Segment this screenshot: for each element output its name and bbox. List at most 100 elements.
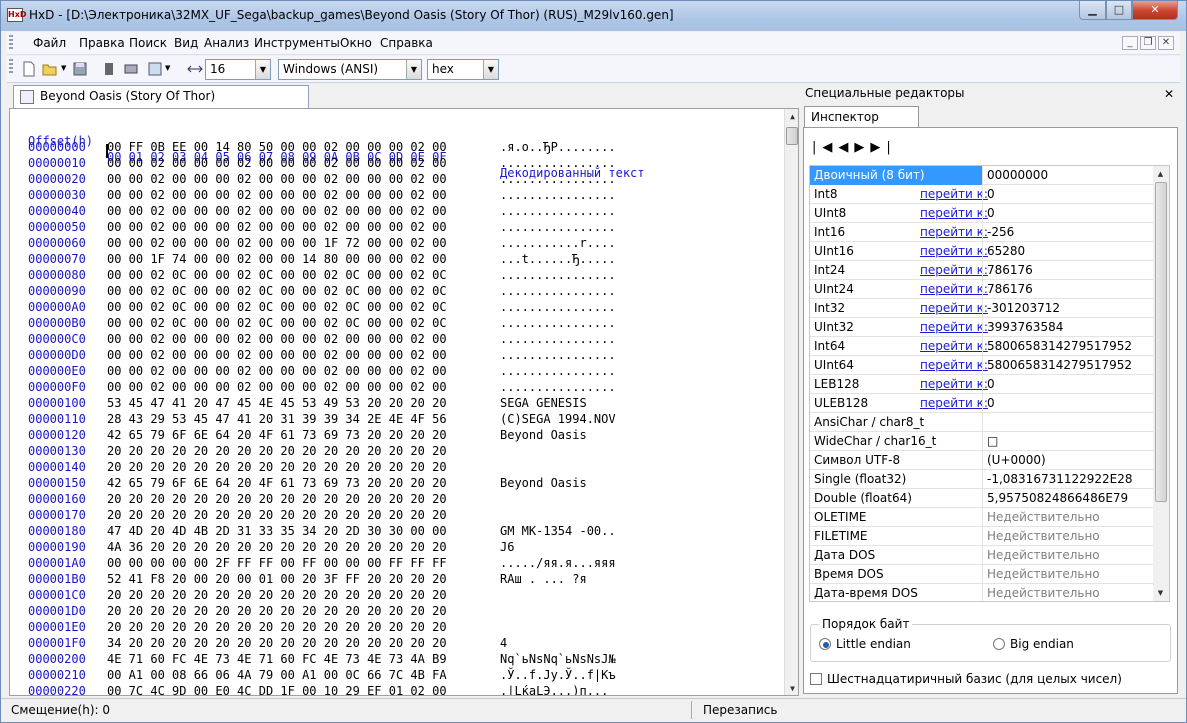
row-bytes[interactable]: 4A 36 20 20 20 20 20 20 20 20 20 20 20 2… [107, 539, 447, 555]
inspector-value[interactable]: Недействительно [982, 527, 1100, 546]
row-decoded[interactable]: ................ [500, 219, 616, 235]
row-bytes[interactable]: 00 FF 0B EE 00 14 80 50 00 00 02 00 00 0… [107, 139, 447, 155]
row-bytes[interactable]: 00 00 00 00 00 2F FF FF 00 FF 00 00 00 F… [107, 555, 447, 571]
inspector-value[interactable]: -301203712 [982, 299, 1060, 318]
row-decoded[interactable]: ................ [500, 331, 616, 347]
inspector-value[interactable]: 65280 [982, 242, 1025, 261]
row-decoded[interactable]: ................ [500, 363, 616, 379]
row-bytes[interactable]: 00 00 02 0C 00 00 02 0C 00 00 02 0C 00 0… [107, 299, 447, 315]
row-decoded[interactable]: SEGA GENESIS [500, 395, 587, 411]
inspector-value[interactable]: 0 [982, 204, 995, 223]
inspector-row[interactable]: Int64 перейти к: 5800658314279517952 [810, 337, 1153, 356]
scroll-thumb[interactable] [1155, 182, 1167, 502]
inspector-row[interactable]: Символ UTF-8 (U+0000) [810, 451, 1153, 470]
goto-link[interactable]: перейти к: [920, 261, 988, 280]
inspector-value[interactable] [982, 413, 987, 432]
chevron-down-icon[interactable]: ▼ [255, 60, 270, 79]
row-bytes[interactable]: 00 7C 4C 9D 00 E0 4C DD 1F 00 10 29 EF 0… [107, 683, 447, 695]
inspector-row[interactable]: Int16 перейти к: -256 [810, 223, 1153, 242]
row-bytes[interactable]: 00 00 1F 74 00 00 02 00 00 14 80 00 00 0… [107, 251, 447, 267]
row-bytes[interactable]: 00 00 02 00 00 00 02 00 00 00 02 00 00 0… [107, 203, 447, 219]
menu-edit[interactable]: Правка [79, 36, 125, 50]
row-bytes[interactable]: 20 20 20 20 20 20 20 20 20 20 20 20 20 2… [107, 443, 447, 459]
row-bytes[interactable]: 42 65 79 6F 6E 64 20 4F 61 73 69 73 20 2… [107, 427, 447, 443]
big-endian-radio[interactable]: Big endian [993, 637, 1074, 651]
inspector-value[interactable]: Недействительно [982, 546, 1100, 565]
row-decoded[interactable]: ................ [500, 171, 616, 187]
inspector-value[interactable]: 3993763584 [982, 318, 1063, 337]
inspector-row[interactable]: UInt32 перейти к: 3993763584 [810, 318, 1153, 337]
menu-tools[interactable]: Инструменты [254, 36, 340, 50]
title-bar[interactable]: HxD HxD - [D:\Электроника\32MX_UF_Sega\b… [1, 1, 1186, 31]
goto-link[interactable]: перейти к: [920, 299, 988, 318]
goto-link[interactable]: перейти к: [920, 356, 988, 375]
inspector-value[interactable]: 0 [982, 185, 995, 204]
goto-link[interactable]: перейти к: [920, 394, 988, 413]
mdi-close-icon[interactable]: ✕ [1158, 36, 1174, 50]
row-decoded[interactable]: Nq`ьNsNq`ьNsNsJ№ [500, 651, 616, 667]
goto-link[interactable]: перейти к: [920, 185, 988, 204]
inspector-row[interactable]: UInt24 перейти к: 786176 [810, 280, 1153, 299]
row-decoded[interactable]: ................ [500, 203, 616, 219]
row-decoded[interactable]: ................ [500, 379, 616, 395]
inspector-value[interactable]: 5800658314279517952 [982, 356, 1132, 375]
document-tab[interactable]: Beyond Oasis (Story Of Thor) (RUS)_M29lv… [13, 85, 309, 124]
row-bytes[interactable]: 20 20 20 20 20 20 20 20 20 20 20 20 20 2… [107, 619, 447, 635]
row-decoded[interactable]: ...t......Ђ..... [500, 251, 616, 267]
row-decoded[interactable]: .я.о..ЂP........ [500, 139, 616, 155]
row-bytes[interactable]: 28 43 29 53 45 47 41 20 31 39 39 34 2E 4… [107, 411, 447, 427]
inspector-value[interactable]: Недействительно [982, 584, 1100, 601]
row-decoded[interactable]: Beyond Oasis [500, 427, 587, 443]
inspector-value[interactable]: 0 [982, 375, 995, 394]
inspector-value[interactable]: 0 [982, 394, 995, 413]
inspector-row[interactable]: WideChar / char16_t □ [810, 432, 1153, 451]
little-endian-radio[interactable]: Little endian [819, 637, 911, 651]
goto-link[interactable]: перейти к: [920, 375, 988, 394]
row-bytes[interactable]: 00 00 02 00 00 00 02 00 00 00 02 00 00 0… [107, 171, 447, 187]
inspector-row[interactable]: Дата-время DOS Недействительно [810, 584, 1153, 601]
first-icon[interactable]: |◀ [812, 140, 838, 155]
row-bytes[interactable]: 00 00 02 00 00 00 02 00 00 00 02 00 00 0… [107, 155, 447, 171]
row-decoded[interactable]: GM MK-1354 -00.. [500, 523, 616, 539]
row-bytes[interactable]: 20 20 20 20 20 20 20 20 20 20 20 20 20 2… [107, 459, 447, 475]
goto-link[interactable]: перейти к: [920, 242, 988, 261]
bytes-per-row-select[interactable]: 16 ▼ [205, 59, 271, 80]
inspector-value[interactable]: -256 [982, 223, 1014, 242]
inspector-value[interactable]: 00000000 [982, 166, 1048, 185]
row-bytes[interactable]: 20 20 20 20 20 20 20 20 20 20 20 20 20 2… [107, 603, 447, 619]
prev-icon[interactable]: ◀ [838, 140, 854, 155]
row-bytes[interactable]: 00 00 02 00 00 00 02 00 00 00 02 00 00 0… [107, 219, 447, 235]
goto-link[interactable]: перейти к: [920, 204, 988, 223]
row-bytes[interactable]: 42 65 79 6F 6E 64 20 4F 61 73 69 73 20 2… [107, 475, 447, 491]
row-bytes[interactable]: 00 00 02 0C 00 00 02 0C 00 00 02 0C 00 0… [107, 315, 447, 331]
inspector-row[interactable]: ULEB128 перейти к: 0 [810, 394, 1153, 413]
inspector-value[interactable]: 5,95750824866486E79 [982, 489, 1128, 508]
scroll-down-icon[interactable]: ▼ [785, 681, 798, 695]
menu-window[interactable]: Окно [340, 36, 372, 50]
inspector-row[interactable]: UInt16 перейти к: 65280 [810, 242, 1153, 261]
open-file-icon[interactable] [42, 61, 58, 77]
inspector-row[interactable]: Double (float64) 5,95750824866486E79 [810, 489, 1153, 508]
row-bytes[interactable]: 34 20 20 20 20 20 20 20 20 20 20 20 20 2… [107, 635, 447, 651]
maximize-button[interactable]: □ [1106, 1, 1132, 20]
row-bytes[interactable]: 4E 71 60 FC 4E 73 4E 71 60 FC 4E 73 4E 7… [107, 651, 447, 667]
goto-link[interactable]: перейти к: [920, 337, 988, 356]
scroll-down-icon[interactable]: ▼ [1153, 585, 1168, 601]
inspector-row[interactable]: Int24 перейти к: 786176 [810, 261, 1153, 280]
row-decoded[interactable]: ................ [500, 299, 616, 315]
row-decoded[interactable]: ...../яя.я...яяя [500, 555, 616, 571]
row-bytes[interactable]: 00 00 02 00 00 00 02 00 00 00 02 00 00 0… [107, 331, 447, 347]
menu-file[interactable]: Файл [33, 36, 66, 50]
mdi-minimize-icon[interactable]: _ [1122, 36, 1138, 50]
inspector-row[interactable]: Двоичный (8 бит) 00000000 [810, 166, 1153, 185]
row-bytes[interactable]: 00 00 02 00 00 00 02 00 00 00 1F 72 00 0… [107, 235, 447, 251]
ram-editor-icon[interactable] [123, 61, 139, 77]
row-decoded[interactable]: ................ [500, 155, 616, 171]
row-decoded[interactable]: 4 [500, 635, 507, 651]
inspector-grid[interactable]: Двоичный (8 бит) 00000000 Int8 перейти к: 0 U… [809, 165, 1170, 602]
goto-link[interactable]: перейти к: [920, 223, 988, 242]
menu-search[interactable]: Поиск [129, 36, 167, 50]
goto-link[interactable]: перейти к: [920, 318, 988, 337]
inspector-value[interactable]: 5800658314279517952 [982, 337, 1132, 356]
inspector-value[interactable]: 786176 [982, 261, 1033, 280]
